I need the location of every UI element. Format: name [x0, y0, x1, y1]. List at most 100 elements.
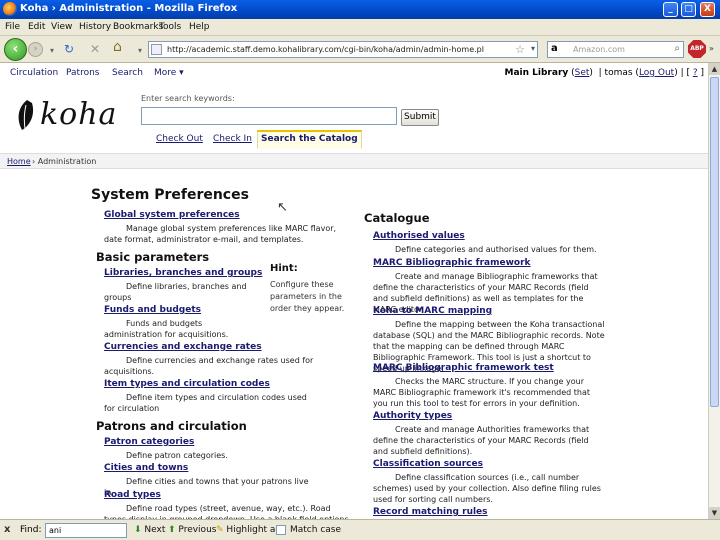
menu-help[interactable]: Help: [189, 22, 210, 32]
authority-types-link[interactable]: Authority types: [373, 411, 452, 421]
find-previous-label: Previous: [178, 525, 217, 535]
minimize-button[interactable]: _: [663, 2, 678, 17]
menu-history[interactable]: History: [79, 22, 111, 32]
classification-sources-link[interactable]: Classification sources: [373, 459, 483, 469]
item-types-desc: Define item types and circulation codes …: [104, 393, 307, 413]
hint-text: Configure these parameters in the order …: [270, 280, 345, 313]
home-dropdown-icon[interactable]: ▾: [138, 45, 142, 57]
road-types-desc: Define road types (street, avenue, way, …: [104, 504, 349, 519]
web-search-placeholder: Amazon.com: [573, 45, 625, 54]
set-library-link[interactable]: Set: [575, 68, 590, 78]
breadcrumb-current: › Administration: [32, 157, 97, 166]
up-arrow-icon: ⬆: [168, 525, 176, 535]
close-button[interactable]: X: [700, 2, 715, 17]
window-titlebar: Koha › Administration - Mozilla Firefox …: [0, 0, 720, 19]
find-next-label: Next: [144, 525, 166, 535]
breadcrumb-home[interactable]: Home: [7, 157, 31, 166]
road-types-link[interactable]: Road types: [104, 490, 161, 500]
help-link[interactable]: ?: [693, 68, 698, 78]
menu-bookmarks[interactable]: Bookmarks: [113, 22, 163, 32]
marc-framework-test-link[interactable]: MARC Bibliographic framework test: [373, 363, 554, 373]
library-name: Main Library: [504, 68, 569, 78]
hint-box: Hint: Configure these parameters in the …: [270, 263, 350, 315]
global-preferences-link[interactable]: Global system preferences: [104, 210, 240, 220]
find-next-button[interactable]: ⬇ Next: [134, 525, 165, 535]
page-content: Circulation Patrons Search More ▾ Main L…: [0, 63, 708, 519]
scroll-up-icon[interactable]: ▲: [709, 63, 720, 75]
cities-link[interactable]: Cities and towns: [104, 463, 188, 473]
find-input[interactable]: ani: [45, 523, 127, 538]
menu-tools[interactable]: Tools: [159, 22, 181, 32]
logout-link[interactable]: Log Out: [639, 68, 674, 78]
patron-categories-desc: Define patron categories.: [126, 451, 228, 460]
basic-parameters-heading: Basic parameters: [96, 250, 210, 264]
menu-bar: File Edit View History Bookmarks Tools H…: [0, 19, 720, 36]
toolbar-overflow-icon[interactable]: »: [709, 44, 714, 53]
forward-button[interactable]: ›: [28, 42, 43, 57]
menu-view[interactable]: View: [51, 22, 72, 32]
highlight-all-button[interactable]: ✎ Highlight all: [216, 525, 280, 535]
currencies-link[interactable]: Currencies and exchange rates: [104, 342, 262, 352]
username: tomas: [604, 68, 633, 78]
menu-edit[interactable]: Edit: [28, 22, 45, 32]
patrons-heading: Patrons and circulation: [96, 419, 247, 433]
page-title: System Preferences: [91, 187, 249, 203]
funds-link[interactable]: Funds and budgets: [104, 305, 201, 315]
highlight-all-label: Highlight all: [226, 525, 281, 535]
tab-check-out[interactable]: Check Out: [152, 130, 207, 149]
mouse-cursor-icon: ↖: [277, 200, 288, 215]
marc-framework-link[interactable]: MARC Bibliographic framework: [373, 258, 531, 268]
history-dropdown-icon[interactable]: ▾: [50, 45, 54, 57]
submit-button[interactable]: Submit: [401, 109, 439, 126]
menu-file[interactable]: File: [5, 22, 20, 32]
authorised-values-link[interactable]: Authorised values: [373, 231, 465, 241]
item-types-link[interactable]: Item types and circulation codes: [104, 379, 270, 389]
web-search-box[interactable]: a Amazon.com ⌕: [547, 41, 684, 58]
scroll-down-icon[interactable]: ▼: [709, 507, 720, 519]
patron-categories-link[interactable]: Patron categories: [104, 437, 194, 447]
amazon-icon[interactable]: a: [551, 43, 558, 54]
global-preferences-desc: Manage global system preferences like MA…: [104, 224, 337, 244]
find-bar: x Find: ani ⬇ Next ⬆ Previous ✎ Highligh…: [0, 519, 720, 540]
scrollbar-thumb[interactable]: [710, 77, 719, 407]
search-icon[interactable]: ⌕: [674, 43, 680, 54]
tab-search-catalog[interactable]: Search the Catalog: [257, 130, 362, 149]
koha-logo[interactable]: koha: [14, 97, 124, 137]
keyword-search-input[interactable]: [141, 107, 397, 125]
url-dropdown-icon[interactable]: ▾: [531, 44, 535, 53]
match-case-checkbox[interactable]: [276, 525, 286, 535]
bookmark-star-icon[interactable]: ☆: [515, 43, 525, 56]
site-favicon-icon: [151, 44, 162, 55]
reload-icon[interactable]: ↻: [64, 43, 74, 55]
authority-types-desc: Create and manage Authorities frameworks…: [373, 425, 590, 456]
vertical-scrollbar[interactable]: ▲ ▼: [708, 63, 720, 519]
currencies-desc: Define currencies and exchange rates use…: [104, 356, 314, 376]
libraries-link[interactable]: Libraries, branches and groups: [104, 268, 262, 278]
find-label: Find:: [20, 525, 42, 535]
nav-circulation[interactable]: Circulation: [10, 68, 58, 78]
nav-search[interactable]: Search: [112, 68, 143, 78]
koha-marc-mapping-link[interactable]: Koha to MARC mapping: [373, 306, 492, 316]
stop-icon[interactable]: ✕: [90, 43, 100, 55]
breadcrumb: Home › Administration: [0, 153, 708, 169]
highlighter-icon: ✎: [216, 525, 224, 535]
nav-patrons[interactable]: Patrons: [66, 68, 99, 78]
nav-more[interactable]: More ▾: [154, 68, 184, 78]
logo-text: koha: [40, 97, 118, 132]
adblock-icon[interactable]: ABP: [688, 40, 706, 58]
find-previous-button[interactable]: ⬆ Previous: [168, 525, 216, 535]
maximize-button[interactable]: □: [681, 2, 696, 17]
user-info: Main Library (Set) | tomas (Log Out) | […: [504, 68, 704, 78]
record-matching-rules-link[interactable]: Record matching rules: [373, 507, 488, 517]
catalogue-heading: Catalogue: [364, 211, 430, 225]
marc-framework-test-desc: Checks the MARC structure. If you change…: [373, 377, 591, 408]
home-icon[interactable]: ⌂: [113, 40, 122, 54]
funds-desc: Funds and budgets administration for acq…: [104, 319, 229, 339]
classification-sources-desc: Define classification sources (i.e., cal…: [373, 473, 601, 504]
firefox-icon: [3, 2, 17, 16]
back-button[interactable]: ‹: [4, 38, 27, 61]
koha-leaf-icon: [18, 100, 34, 130]
tab-check-in[interactable]: Check In: [209, 130, 256, 149]
url-bar[interactable]: http://academic.staff.demo.kohalibrary.c…: [148, 41, 538, 58]
close-find-icon[interactable]: x: [4, 524, 10, 535]
